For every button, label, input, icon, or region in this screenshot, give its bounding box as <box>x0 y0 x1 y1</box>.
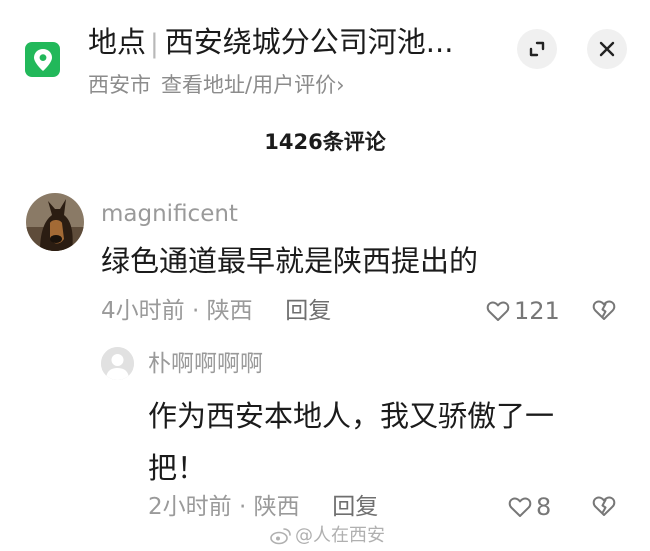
avatar[interactable] <box>101 347 134 380</box>
comment-region: 陕西 <box>206 298 253 324</box>
comment-time: 4小时前 <box>101 298 185 324</box>
place-label: 地点 <box>88 25 147 59</box>
comment-time: 2小时前 <box>148 494 232 520</box>
comment-region: 陕西 <box>253 494 300 520</box>
dislike-button[interactable] <box>592 495 616 521</box>
meta-dot: · <box>238 494 247 520</box>
place-subtitle: 西安市 查看地址/用户评价› <box>88 70 344 100</box>
chevron-right-icon: › <box>336 73 345 97</box>
dislike-button[interactable] <box>592 299 616 325</box>
address-reviews-link[interactable]: 查看地址/用户评价 <box>161 73 336 97</box>
weibo-logo-icon <box>270 528 291 545</box>
comment-username[interactable]: 朴啊啊啊啊 <box>148 348 263 380</box>
comment-username[interactable]: magnificent <box>101 198 238 230</box>
watermark-text: @人在西安 <box>295 525 385 546</box>
close-button[interactable] <box>587 29 627 69</box>
avatar[interactable] <box>26 193 84 251</box>
city-label: 西安市 <box>88 73 151 97</box>
meta-dot: · <box>191 298 200 324</box>
like-button[interactable]: 8 <box>508 491 551 523</box>
comment-meta: 4小时前 · 陕西 回复 <box>101 295 331 327</box>
reply-button[interactable]: 回复 <box>285 298 331 324</box>
like-button[interactable]: 121 <box>486 295 560 327</box>
place-name: 西安绕城分公司河池... <box>164 25 454 59</box>
dislike-icon <box>592 300 616 320</box>
like-count: 121 <box>514 297 560 325</box>
comment-text: 作为西安本地人，我又骄傲了一把！ <box>148 399 555 485</box>
heart-icon <box>508 497 532 517</box>
title-divider: | <box>150 29 159 59</box>
watermark: @人在西安 <box>270 522 385 550</box>
location-pin-icon <box>25 42 60 77</box>
expand-icon <box>529 41 545 57</box>
heart-icon <box>486 301 510 321</box>
close-icon <box>599 41 615 57</box>
expand-button[interactable] <box>517 29 557 69</box>
comment-count: 1426条评论 <box>264 130 386 154</box>
like-count: 8 <box>536 493 552 521</box>
reply-button[interactable]: 回复 <box>332 494 378 520</box>
place-title[interactable]: 地点 | 西安绕城分公司河池... <box>88 22 453 64</box>
comment-meta: 2小时前 · 陕西 回复 <box>148 491 378 523</box>
dislike-icon <box>592 496 616 516</box>
comment-text: 绿色通道最早就是陕西提出的 <box>101 244 479 278</box>
